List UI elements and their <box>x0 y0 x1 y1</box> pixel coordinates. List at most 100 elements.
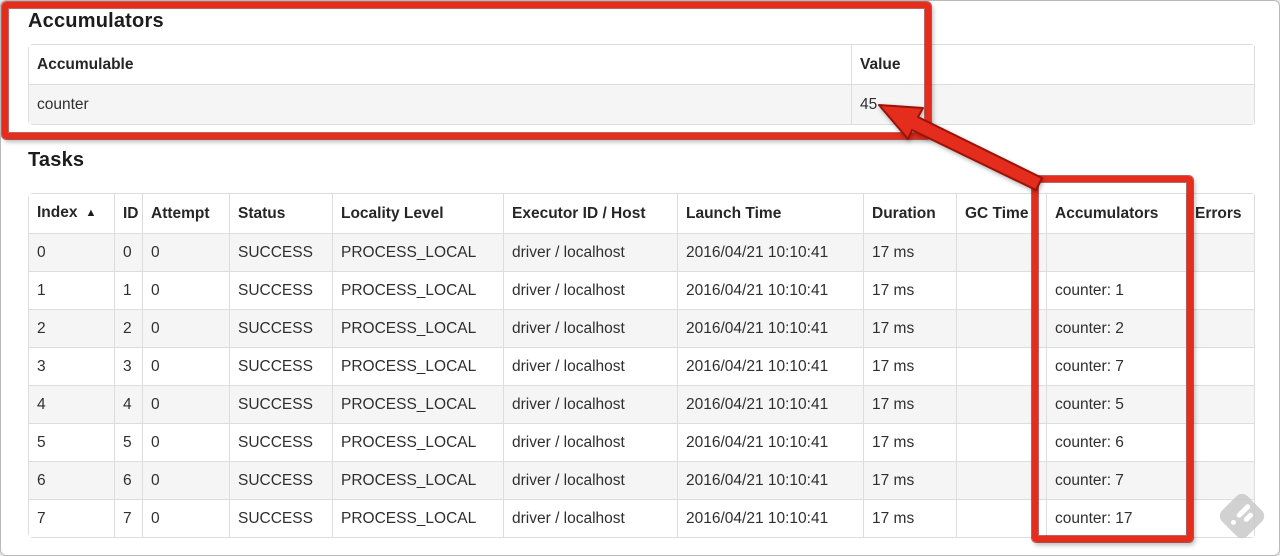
cell-executor-id-host: driver / localhost <box>503 309 678 348</box>
accumulators-heading: Accumulators <box>28 10 164 32</box>
cell-index: 4 <box>28 385 115 424</box>
column-header-duration[interactable]: Duration <box>863 193 957 234</box>
cell-duration: 17 ms <box>863 233 957 272</box>
cell-attempt: 0 <box>142 347 230 386</box>
column-header-launch-time[interactable]: Launch Time <box>677 193 864 234</box>
cell-attempt: 0 <box>142 499 230 538</box>
column-label: Executor ID / Host <box>512 205 646 222</box>
cell-status: SUCCESS <box>229 309 333 348</box>
cell-accumulators <box>1046 233 1187 272</box>
column-header-gc-time[interactable]: GC Time <box>956 193 1047 234</box>
cell-executor-id-host: driver / localhost <box>503 233 678 272</box>
column-label: Index <box>37 204 78 221</box>
column-header-index[interactable]: Index ▲ <box>28 193 115 234</box>
task-row: 6 6 0 SUCCESS PROCESS_LOCAL driver / localhos… <box>28 461 1255 500</box>
task-row: 4 4 0 SUCCESS PROCESS_LOCAL driver / localhos… <box>28 385 1255 424</box>
cell-id: 0 <box>114 233 143 272</box>
cell-attempt: 0 <box>142 461 230 500</box>
cell-locality-level: PROCESS_LOCAL <box>332 385 504 424</box>
cell-executor-id-host: driver / localhost <box>503 347 678 386</box>
cell-value: 45 <box>851 84 1255 125</box>
cell-locality-level: PROCESS_LOCAL <box>332 309 504 348</box>
cell-id: 2 <box>114 309 143 348</box>
cell-index: 1 <box>28 271 115 310</box>
column-header-value[interactable]: Value <box>851 44 1255 85</box>
cell-locality-level: PROCESS_LOCAL <box>332 271 504 310</box>
cell-id: 3 <box>114 347 143 386</box>
cell-executor-id-host: driver / localhost <box>503 499 678 538</box>
column-label: Locality Level <box>341 205 444 222</box>
cell-gc-time <box>956 499 1047 538</box>
cell-executor-id-host: driver / localhost <box>503 271 678 310</box>
cell-locality-level: PROCESS_LOCAL <box>332 233 504 272</box>
column-header-executor-id-host[interactable]: Executor ID / Host <box>503 193 678 234</box>
cell-accumulators: counter: 7 <box>1046 347 1187 386</box>
cell-gc-time <box>956 347 1047 386</box>
column-header-id[interactable]: ID <box>114 193 143 234</box>
cell-launch-time: 2016/04/21 10:10:41 <box>677 309 864 348</box>
cell-gc-time <box>956 461 1047 500</box>
cell-gc-time <box>956 385 1047 424</box>
cell-id: 4 <box>114 385 143 424</box>
column-header-attempt[interactable]: Attempt <box>142 193 230 234</box>
cell-errors <box>1186 385 1255 424</box>
cell-attempt: 0 <box>142 271 230 310</box>
cell-status: SUCCESS <box>229 347 333 386</box>
spark-stage-page: Accumulators Accumulable Value counter 4… <box>0 0 1280 556</box>
cell-locality-level: PROCESS_LOCAL <box>332 347 504 386</box>
cell-gc-time <box>956 423 1047 462</box>
cell-errors <box>1186 423 1255 462</box>
column-header-accumulable[interactable]: Accumulable <box>28 44 852 85</box>
column-label: ID <box>123 205 139 222</box>
column-label: Status <box>238 205 286 222</box>
cell-status: SUCCESS <box>229 233 333 272</box>
cell-executor-id-host: driver / localhost <box>503 385 678 424</box>
cell-launch-time: 2016/04/21 10:10:41 <box>677 499 864 538</box>
column-label: Launch Time <box>686 205 782 222</box>
cell-accumulators: counter: 2 <box>1046 309 1187 348</box>
cell-status: SUCCESS <box>229 423 333 462</box>
cell-accumulable: counter <box>28 84 852 125</box>
column-header-accumulators[interactable]: Accumulators <box>1046 193 1187 234</box>
cell-accumulators: counter: 1 <box>1046 271 1187 310</box>
cell-errors <box>1186 271 1255 310</box>
accumulators-header-row: Accumulable Value <box>28 44 1255 85</box>
cell-launch-time: 2016/04/21 10:10:41 <box>677 385 864 424</box>
cell-duration: 17 ms <box>863 385 957 424</box>
cell-gc-time <box>956 309 1047 348</box>
accumulator-row: counter 45 <box>28 84 1255 125</box>
cell-launch-time: 2016/04/21 10:10:41 <box>677 347 864 386</box>
cell-executor-id-host: driver / localhost <box>503 461 678 500</box>
column-label: Accumulators <box>1055 205 1159 222</box>
cell-status: SUCCESS <box>229 499 333 538</box>
accumulators-table: Accumulable Value counter 45 <box>28 44 1256 125</box>
cell-attempt: 0 <box>142 385 230 424</box>
column-header-errors[interactable]: Errors <box>1186 193 1255 234</box>
column-header-status[interactable]: Status <box>229 193 333 234</box>
cell-index: 6 <box>28 461 115 500</box>
cell-duration: 17 ms <box>863 461 957 500</box>
cell-index: 7 <box>28 499 115 538</box>
cell-attempt: 0 <box>142 309 230 348</box>
cell-accumulators: counter: 6 <box>1046 423 1187 462</box>
cell-accumulators: counter: 5 <box>1046 385 1187 424</box>
sort-ascending-icon: ▲ <box>85 207 97 219</box>
cell-duration: 17 ms <box>863 423 957 462</box>
column-label: Attempt <box>151 205 210 222</box>
cell-launch-time: 2016/04/21 10:10:41 <box>677 423 864 462</box>
column-label: GC Time <box>965 205 1029 222</box>
task-row: 0 0 0 SUCCESS PROCESS_LOCAL driver / localhos… <box>28 233 1255 272</box>
cell-attempt: 0 <box>142 423 230 462</box>
task-row: 5 5 0 SUCCESS PROCESS_LOCAL driver / localhos… <box>28 423 1255 462</box>
tasks-heading: Tasks <box>28 149 85 171</box>
column-header-locality-level[interactable]: Locality Level <box>332 193 504 234</box>
cell-launch-time: 2016/04/21 10:10:41 <box>677 461 864 500</box>
cell-launch-time: 2016/04/21 10:10:41 <box>677 233 864 272</box>
cell-gc-time <box>956 233 1047 272</box>
cell-duration: 17 ms <box>863 347 957 386</box>
cell-id: 6 <box>114 461 143 500</box>
cell-errors <box>1186 347 1255 386</box>
cell-executor-id-host: driver / localhost <box>503 423 678 462</box>
watermark-dot <box>1229 518 1238 526</box>
cell-locality-level: PROCESS_LOCAL <box>332 499 504 538</box>
